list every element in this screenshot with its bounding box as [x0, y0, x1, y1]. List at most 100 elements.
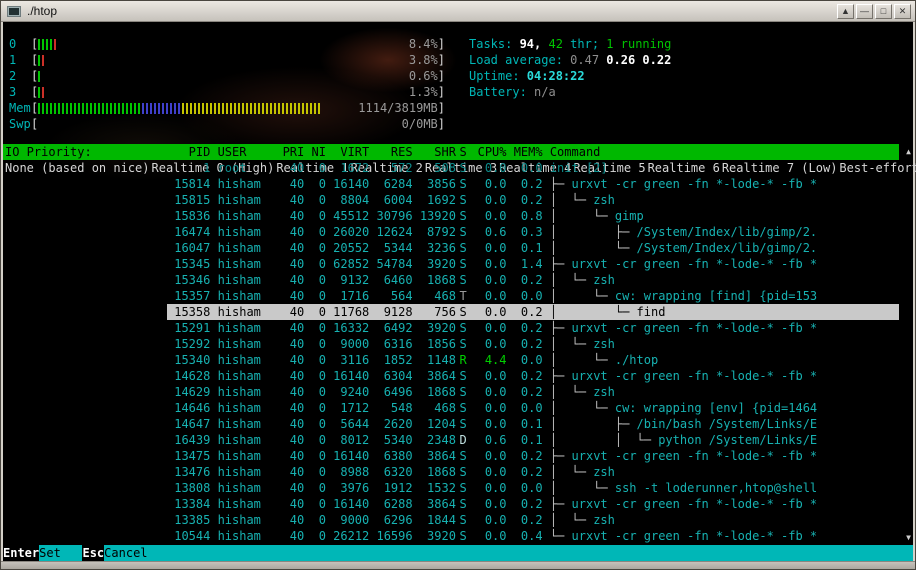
menu-items: None (based on nice)Realtime 0 (High)Rea…	[3, 160, 167, 176]
process-row[interactable]: 14629hisham400924064961868S0.00.2│ └─ zs…	[167, 384, 899, 400]
cell-cmd: │ └─ zsh	[543, 272, 899, 288]
process-row[interactable]: 15357hisham4001716564468T0.00.0│ └─ cw: …	[167, 288, 899, 304]
cell-mem: 0.2	[507, 192, 543, 208]
process-row[interactable]: 15814hisham4001614062843856S0.00.2├─ urx…	[167, 176, 899, 192]
cell-res: 12624	[369, 224, 412, 240]
cell-ni: 0	[304, 384, 326, 400]
shade-button[interactable]: ▲	[837, 4, 854, 19]
process-row[interactable]: 14628hisham4001614063043864S0.00.2├─ urx…	[167, 368, 899, 384]
cell-cpu: 0.0	[470, 384, 506, 400]
cell-pid: 13385	[167, 512, 210, 528]
cell-user: hisham	[210, 496, 275, 512]
cell-cmd: │ └─ cw: wrapping [env] {pid=1464	[543, 400, 899, 416]
cell-shr: 3864	[413, 448, 456, 464]
process-row[interactable]: 16474hisham40026020126248792S0.60.3│ ├─ …	[167, 224, 899, 240]
process-row[interactable]: 13384hisham4001614062883864S0.00.2├─ urx…	[167, 496, 899, 512]
col-header-pid[interactable]: PID	[167, 144, 210, 160]
col-header-shr[interactable]: SHR	[413, 144, 456, 160]
col-header-res[interactable]: RES	[369, 144, 412, 160]
cell-cmd: init [2]	[543, 160, 899, 176]
cell-pri: 40	[275, 480, 304, 496]
process-row[interactable]: 15815hisham400880460041692S0.00.2│ └─ zs…	[167, 192, 899, 208]
process-row[interactable]: 16047hisham4002055253443236S0.00.1│ └─ /…	[167, 240, 899, 256]
cell-shr: 3920	[413, 528, 456, 544]
cell-mem: 0.2	[507, 512, 543, 528]
cell-shr: 1856	[413, 336, 456, 352]
cell-res: 6380	[369, 448, 412, 464]
minimize-button[interactable]: —	[856, 4, 873, 19]
col-header-mem[interactable]: MEM%	[507, 144, 543, 160]
cell-shr: 468	[413, 400, 456, 416]
cell-cmd: │ ├─ /System/Index/lib/gimp/2.	[543, 224, 899, 240]
col-header-pri[interactable]: PRI	[275, 144, 304, 160]
cell-cmd: │ └─ zsh	[543, 336, 899, 352]
cell-ni: 0	[304, 208, 326, 224]
process-row[interactable]: 13385hisham400900062961844S0.00.2│ └─ zs…	[167, 512, 899, 528]
cell-cpu: 0.0	[470, 256, 506, 272]
col-header-cpu[interactable]: CPU%	[470, 144, 506, 160]
process-row[interactable]: 15358hisham400117689128756S0.00.2│ └─ fi…	[167, 304, 899, 320]
cell-res: 6284	[369, 176, 412, 192]
cell-cmd: │ │ └─ python /System/Links/E	[543, 432, 899, 448]
cell-pri: 40	[275, 240, 304, 256]
maximize-button[interactable]: □	[875, 4, 892, 19]
cell-ni: 0	[304, 256, 326, 272]
cell-s: S	[456, 416, 470, 432]
process-row[interactable]: 15836hisham400455123079613920S0.00.8│ └─…	[167, 208, 899, 224]
fnbar-key-esc[interactable]: Esc	[82, 545, 104, 561]
cell-virt: 20552	[326, 240, 369, 256]
process-row[interactable]: 15292hisham400900063161856S0.00.2│ └─ zs…	[167, 336, 899, 352]
col-header-ni[interactable]: NI	[304, 144, 326, 160]
cell-ni: 0	[304, 464, 326, 480]
cell-cmd: │ └─ zsh	[543, 384, 899, 400]
process-row[interactable]: 15340hisham400311618521148R4.40.0│ └─ ./…	[167, 352, 899, 368]
cell-cpu: 0.0	[470, 512, 506, 528]
cell-cmd: │ └─ zsh	[543, 464, 899, 480]
cell-cmd: │ └─ gimp	[543, 208, 899, 224]
cell-pid: 15292	[167, 336, 210, 352]
menu-item-none-based-on-nice[interactable]: None (based on nice)	[3, 161, 150, 175]
cell-pid: 15357	[167, 288, 210, 304]
cell-pid: 1	[167, 160, 210, 176]
process-row[interactable]: 14646hisham4001712548468S0.00.0│ └─ cw: …	[167, 400, 899, 416]
cell-pid: 14628	[167, 368, 210, 384]
cell-ni: 0	[304, 320, 326, 336]
fnbar-label-cancel[interactable]: Cancel	[104, 545, 147, 561]
col-header-cmd[interactable]: Command	[543, 144, 899, 160]
process-row[interactable]: 1root4001672572508S0.00.0init [2]	[167, 160, 899, 176]
cell-cpu: 0.6	[470, 224, 506, 240]
process-row[interactable]: 13476hisham400898863201868S0.00.2│ └─ zs…	[167, 464, 899, 480]
process-row[interactable]: 13475hisham4001614063803864S0.00.2├─ urx…	[167, 448, 899, 464]
col-header-virt[interactable]: VIRT	[326, 144, 369, 160]
cell-mem: 0.2	[507, 448, 543, 464]
col-header-user[interactable]: USER	[210, 144, 275, 160]
cell-user: hisham	[210, 512, 275, 528]
scroll-up-icon[interactable]: ▲	[906, 148, 911, 156]
cell-virt: 8804	[326, 192, 369, 208]
process-row[interactable]: 13808hisham400397619121532S0.00.0│ └─ ss…	[167, 480, 899, 496]
cell-pri: 40	[275, 288, 304, 304]
titlebar[interactable]: ./htop ▲—□✕	[1, 1, 915, 22]
cell-pri: 40	[275, 448, 304, 464]
col-header-s[interactable]: S	[456, 144, 470, 160]
cell-cpu: 0.0	[470, 272, 506, 288]
process-row[interactable]: 15345hisham40062852547843920S0.01.4├─ ur…	[167, 256, 899, 272]
cell-pid: 14629	[167, 384, 210, 400]
io-priority-panel: IO Priority: None (based on nice)Realtim…	[3, 144, 167, 545]
fnbar-label-set[interactable]: Set	[39, 545, 82, 561]
cell-user: hisham	[210, 320, 275, 336]
process-row[interactable]: 15346hisham400913264601868S0.00.2│ └─ zs…	[167, 272, 899, 288]
stats-line: Uptime: 04:28:22	[469, 68, 671, 84]
process-row[interactable]: 14647hisham400564426201204S0.00.1│ ├─ /b…	[167, 416, 899, 432]
cell-res: 572	[369, 160, 412, 176]
close-button[interactable]: ✕	[894, 4, 911, 19]
process-row[interactable]: 10544hisham40026212165963920S0.00.4└─ ur…	[167, 528, 899, 544]
cell-cmd: ├─ urxvt -cr green -fn *-lode-* -fb *	[543, 256, 899, 272]
cell-virt: 26020	[326, 224, 369, 240]
cell-pri: 40	[275, 192, 304, 208]
scroll-down-icon[interactable]: ▼	[906, 534, 911, 542]
process-row[interactable]: 16439hisham400801253402348D0.60.1│ │ └─ …	[167, 432, 899, 448]
fnbar-key-enter[interactable]: Enter	[3, 545, 39, 561]
process-row[interactable]: 15291hisham4001633264923920S0.00.2├─ urx…	[167, 320, 899, 336]
window-buttons: ▲—□✕	[837, 4, 911, 19]
